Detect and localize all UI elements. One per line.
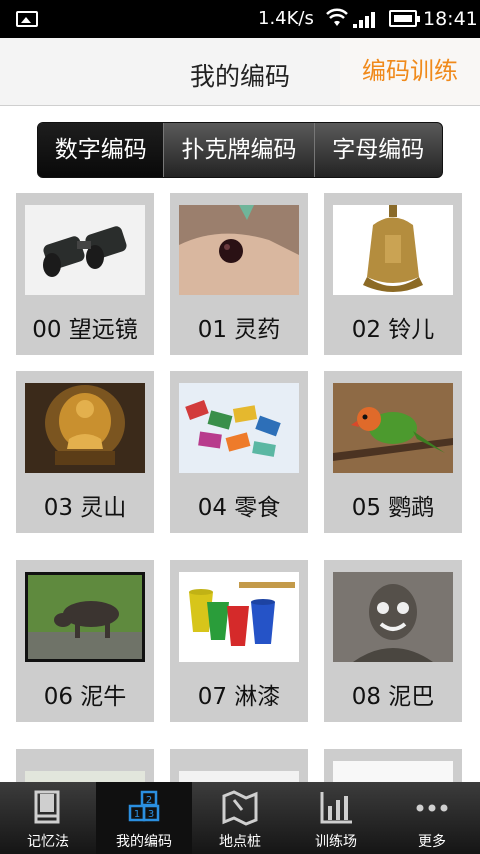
tab-my-codes[interactable]: 2 1 3 我的编码 xyxy=(96,782,192,854)
snacks-image xyxy=(179,383,299,473)
map-icon xyxy=(222,790,258,826)
tab-label: 更多 xyxy=(418,834,446,850)
parrot-image xyxy=(333,383,453,473)
code-card-08[interactable]: 08 泥巴 xyxy=(324,560,462,722)
buddha-image xyxy=(25,383,145,473)
mud-child-image xyxy=(333,572,453,662)
tab-training[interactable]: 训练场 xyxy=(288,782,384,854)
number-blocks-icon: 2 1 3 xyxy=(128,790,160,822)
code-label: 03 灵山 xyxy=(43,495,127,521)
clock: 18:41 xyxy=(423,8,478,30)
battery-icon xyxy=(389,10,420,27)
svg-text:2: 2 xyxy=(146,795,152,806)
code-card-06[interactable]: 06 泥牛 xyxy=(16,560,154,722)
code-label: 05 鹦鹉 xyxy=(351,495,435,521)
code-label: 04 零食 xyxy=(197,495,281,521)
tab-memory-methods[interactable]: 记忆法 xyxy=(0,782,96,854)
bell-image xyxy=(333,205,453,295)
bottom-tab-bar: 记忆法 2 1 3 我的编码 地点桩 训练场 更多 xyxy=(0,782,480,854)
wifi-icon xyxy=(326,8,348,33)
code-label: 01 灵药 xyxy=(197,317,281,343)
tab-letter-codes[interactable]: 字母编码 xyxy=(315,123,442,177)
tab-label: 训练场 xyxy=(315,834,357,850)
binoculars-image xyxy=(25,205,145,295)
code-type-segmented-control: 数字编码 扑克牌编码 字母编码 xyxy=(37,122,443,178)
svg-text:1: 1 xyxy=(134,809,140,820)
code-label: 00 望远镜 xyxy=(32,317,138,343)
svg-text:3: 3 xyxy=(148,809,154,820)
signal-icon xyxy=(353,12,377,28)
tab-number-codes[interactable]: 数字编码 xyxy=(38,123,165,177)
paint-buckets-image xyxy=(179,572,299,662)
code-label: 06 泥牛 xyxy=(43,684,127,710)
code-card-00[interactable]: 00 望远镜 xyxy=(16,193,154,355)
code-card-04[interactable]: 04 零食 xyxy=(170,371,308,533)
more-dots-icon xyxy=(416,804,448,812)
image-notification-icon xyxy=(16,11,38,27)
buffalo-image xyxy=(25,572,145,662)
code-card-02[interactable]: 02 铃儿 xyxy=(324,193,462,355)
code-training-button[interactable]: 编码训练 xyxy=(340,38,480,105)
pill-in-hand-image xyxy=(179,205,299,295)
tab-label: 地点桩 xyxy=(219,834,261,850)
tab-memory-palace[interactable]: 地点桩 xyxy=(192,782,288,854)
chart-icon xyxy=(320,792,352,824)
code-card-07[interactable]: 07 淋漆 xyxy=(170,560,308,722)
code-label: 07 淋漆 xyxy=(197,684,281,710)
tab-label: 记忆法 xyxy=(27,834,69,850)
code-label: 08 泥巴 xyxy=(351,684,435,710)
tab-label: 我的编码 xyxy=(116,834,172,850)
code-label: 02 铃儿 xyxy=(351,317,435,343)
code-card-05[interactable]: 05 鹦鹉 xyxy=(324,371,462,533)
code-card-01[interactable]: 01 灵药 xyxy=(170,193,308,355)
status-bar: 1.4K/s 18:41 xyxy=(0,0,480,38)
code-card-03[interactable]: 03 灵山 xyxy=(16,371,154,533)
tab-poker-codes[interactable]: 扑克牌编码 xyxy=(164,123,315,177)
title-bar: 我的编码 编码训练 xyxy=(0,38,480,106)
book-icon xyxy=(34,790,60,824)
network-speed: 1.4K/s xyxy=(258,8,314,29)
tab-more[interactable]: 更多 xyxy=(384,782,480,854)
